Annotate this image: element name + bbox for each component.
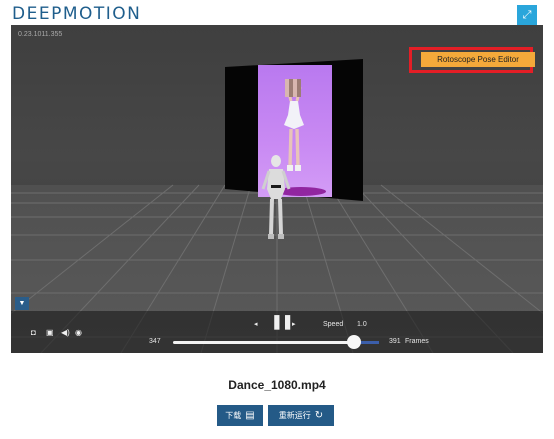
deepmotion-logo: DEEPMOTION [12, 4, 142, 24]
blurred-face [285, 79, 301, 97]
3d-viewer[interactable]: 0.23.1011.355 Rotoscope Pose Editor ▼ ◘ … [11, 25, 543, 353]
rerun-button[interactable]: 重新运行 ↻ [268, 405, 334, 426]
step-forward-icon[interactable]: ▸ [292, 321, 296, 329]
camera-icon[interactable]: ◘ [31, 329, 36, 337]
volume-icon[interactable]: ◀) [61, 329, 70, 337]
timeline-playhead[interactable] [347, 335, 362, 349]
chevron-down-icon: ▼ [18, 300, 26, 307]
file-name: Dance_1080.mp4 [228, 378, 326, 392]
start-frame: 347 [149, 338, 161, 345]
playback-controls: ◘ ▣ ◀) ◉ ◂ ❚❚ ▸ Speed 1.0 347 391 Frames [11, 311, 543, 353]
version-label: 0.23.1011.355 [18, 31, 63, 38]
video-reference-panel [223, 59, 365, 215]
rotoscope-pose-editor-button[interactable]: Rotoscope Pose Editor [421, 52, 535, 67]
panel-toggle-button[interactable]: ▼ [15, 297, 29, 310]
download-label: 下载 [225, 411, 242, 420]
speed-label: Speed [323, 321, 344, 328]
file-download-icon: ▤ [245, 410, 255, 421]
page: DEEPMOTION ⤢ 0.23.1011.355 Rotoscope Pos… [0, 0, 554, 439]
frames-label: Frames [405, 338, 429, 345]
lock-icon[interactable]: ▣ [46, 329, 54, 337]
expand-button[interactable]: ⤢ [517, 5, 537, 25]
rerun-label: 重新运行 [278, 411, 311, 420]
3d-avatar [261, 155, 291, 239]
expand-arrows-icon: ⤢ [522, 8, 532, 21]
refresh-icon: ↻ [314, 410, 324, 421]
pause-icon[interactable]: ❚❚ [271, 314, 293, 328]
total-frames: 391 [389, 338, 401, 345]
step-back-icon[interactable]: ◂ [254, 321, 258, 329]
eye-icon[interactable]: ◉ [75, 329, 82, 337]
download-button[interactable]: 下载 ▤ [217, 405, 263, 426]
speed-value[interactable]: 1.0 [357, 321, 367, 328]
